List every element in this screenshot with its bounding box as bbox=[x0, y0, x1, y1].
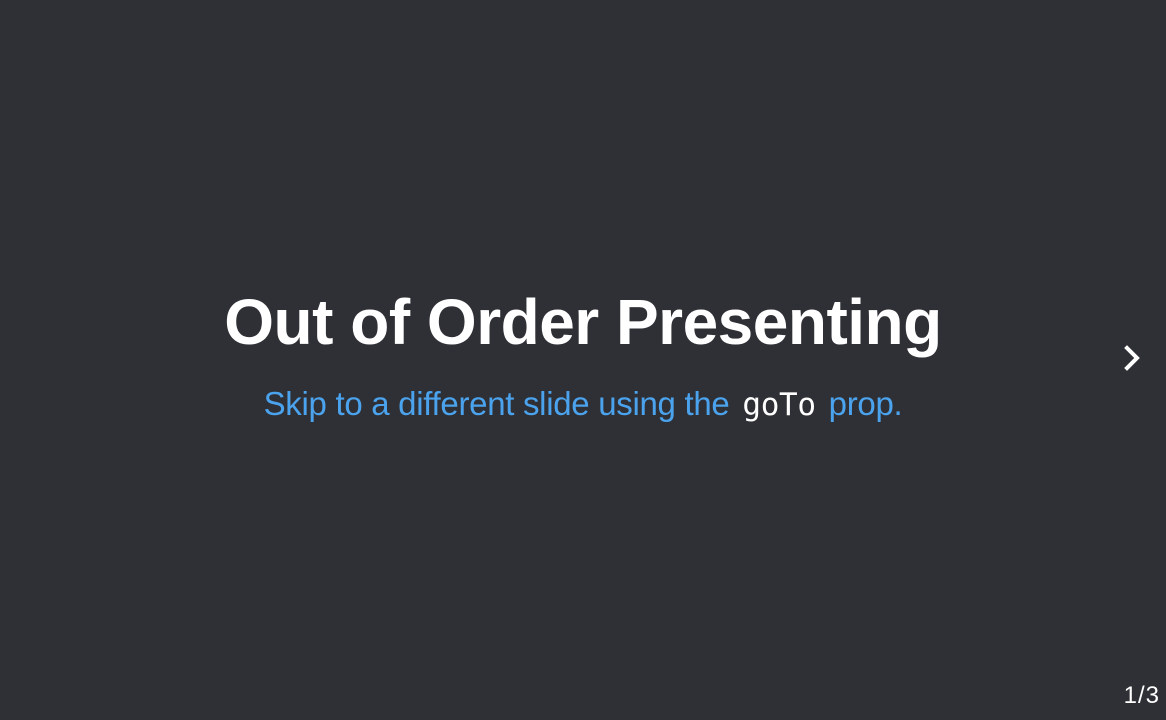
slide-title: Out of Order Presenting bbox=[224, 286, 942, 358]
subtitle-code: goTo bbox=[742, 387, 816, 423]
slide-content: Out of Order Presenting Skip to a differ… bbox=[0, 280, 1166, 427]
next-slide-button[interactable] bbox=[1114, 338, 1150, 378]
subtitle-text-before: Skip to a different slide using the bbox=[263, 385, 730, 422]
slide: Out of Order Presenting Skip to a differ… bbox=[0, 0, 1166, 720]
slide-counter-separator: / bbox=[1137, 682, 1146, 709]
chevron-right-icon bbox=[1124, 345, 1140, 371]
total-slide-count: 3 bbox=[1145, 682, 1160, 709]
slide-counter: 1/3 bbox=[1124, 682, 1160, 710]
current-slide-number: 1 bbox=[1123, 682, 1138, 709]
slide-subtitle: Skip to a different slide using the goTo… bbox=[0, 382, 1166, 427]
subtitle-text-after: prop. bbox=[828, 385, 903, 422]
